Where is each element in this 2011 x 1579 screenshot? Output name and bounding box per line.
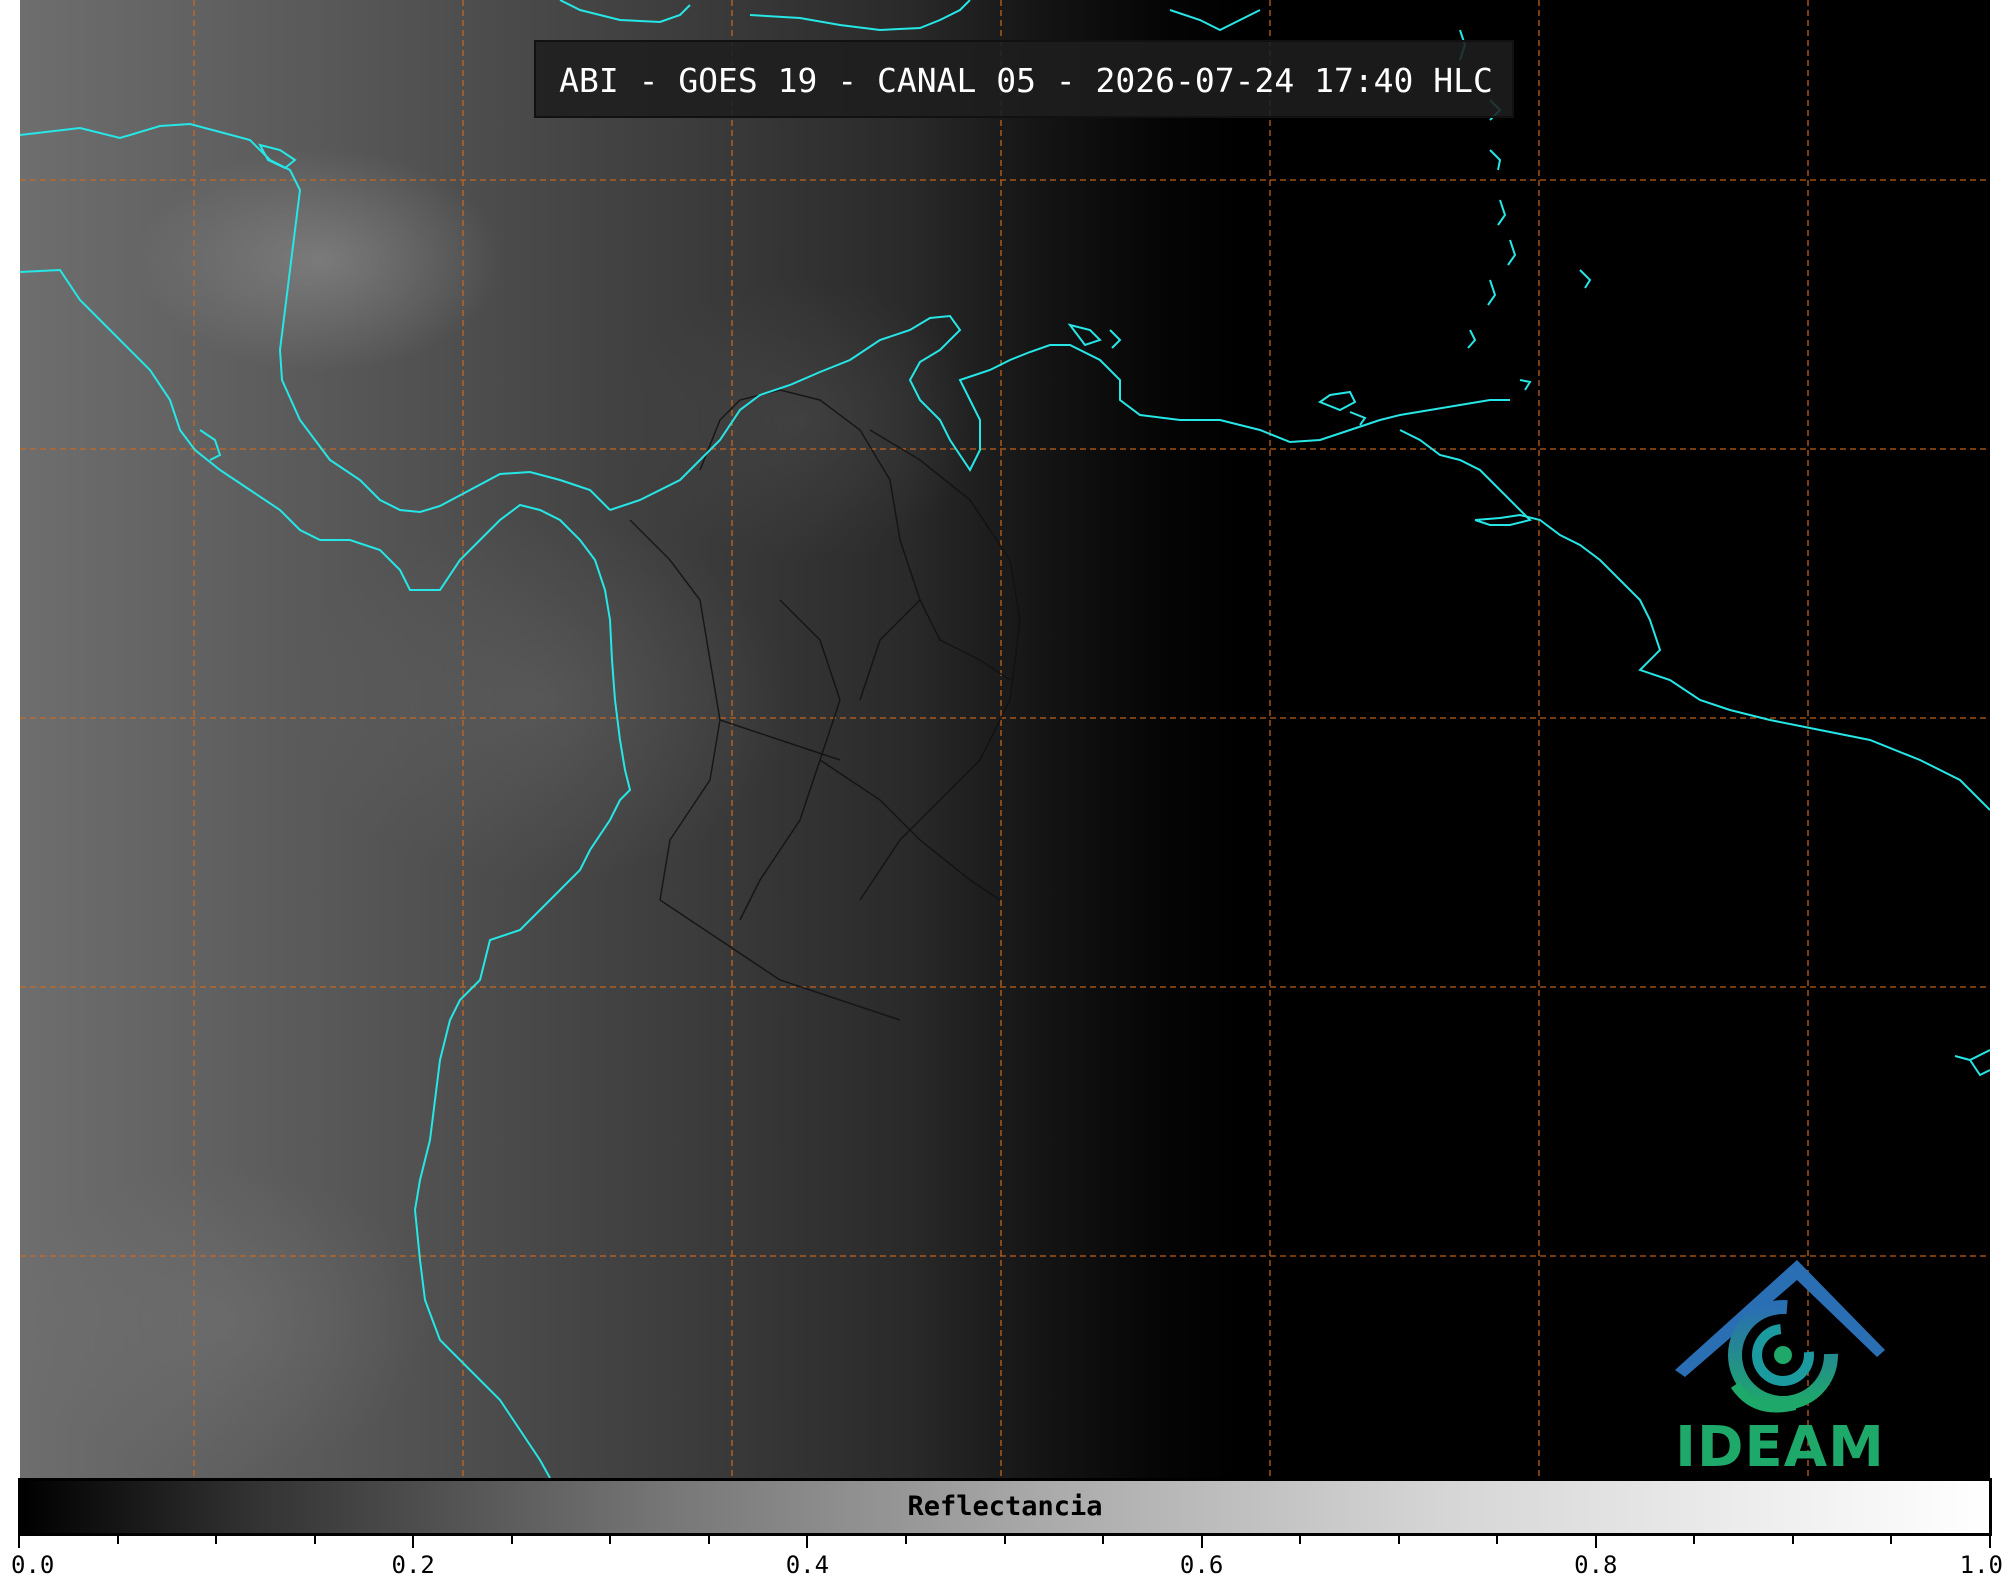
colorbar-minor-tick [1397, 1536, 1400, 1544]
colorbar-minor-tick [1003, 1536, 1006, 1544]
reflectance-colorbar: Reflectancia [18, 1478, 1992, 1536]
colorbar-major-tick [1594, 1536, 1597, 1548]
colorbar-tick-label: 0.4 [785, 1551, 830, 1579]
colorbar-major-tick [1200, 1536, 1203, 1548]
colorbar-minor-tick [1102, 1536, 1105, 1544]
colorbar-major-tick [412, 1536, 415, 1548]
country-borders [629, 389, 1021, 1021]
colorbar-minor-tick [313, 1536, 316, 1544]
colorbar-minor-tick [609, 1536, 612, 1544]
colorbar-tick-label: 0.8 [1574, 1551, 1618, 1579]
ideam-logo: IDEAM [1665, 1255, 1895, 1480]
ideam-emblem-icon [1675, 1260, 1885, 1413]
colorbar-tick-label: 0.0 [11, 1551, 55, 1579]
colorbar-minor-tick [116, 1536, 119, 1544]
logo-wordmark: IDEAM [1675, 1415, 1885, 1480]
colorbar-major-tick [806, 1536, 809, 1548]
colorbar-minor-tick [707, 1536, 710, 1544]
colorbar-minor-tick [904, 1536, 907, 1544]
colorbar-minor-tick [510, 1536, 513, 1544]
colorbar-minor-tick [1890, 1536, 1893, 1544]
colorbar-minor-tick [1299, 1536, 1302, 1544]
colorbar-minor-tick [1693, 1536, 1696, 1544]
colorbar-minor-tick [215, 1536, 218, 1544]
colorbar-major-tick [1989, 1536, 1991, 1548]
colorbar-minor-tick [1791, 1536, 1794, 1544]
colorbar-tick-label: 0.2 [391, 1551, 435, 1579]
colorbar-tick-label: 1.0 [1959, 1551, 2004, 1579]
map-title: ABI - GOES 19 - CANAL 05 - 2026-07-24 17… [559, 61, 1493, 100]
colorbar-minor-tick [1496, 1536, 1499, 1544]
title-box: ABI - GOES 19 - CANAL 05 - 2026-07-24 17… [534, 40, 1514, 118]
colorbar-major-tick [18, 1536, 20, 1548]
colorbar-label: Reflectancia [907, 1491, 1103, 1522]
colorbar-tick-label: 0.6 [1179, 1551, 1224, 1579]
